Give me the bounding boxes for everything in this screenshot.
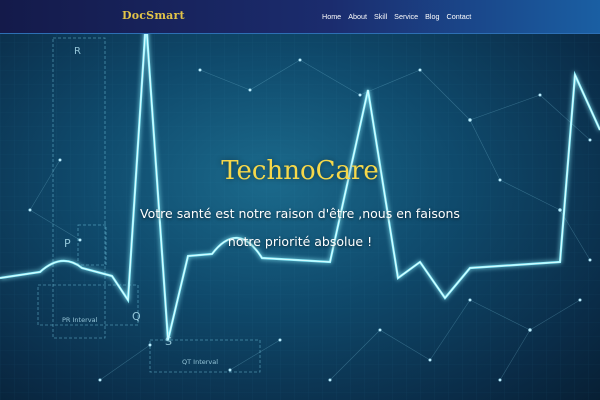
nav-link-home[interactable]: Home (322, 12, 341, 21)
nav-link-skill[interactable]: Skill (374, 12, 387, 21)
navbar: DocSmart Home About Skill Service Blog C… (0, 0, 600, 34)
nav-link-about[interactable]: About (348, 12, 367, 21)
hero-tagline-line1: Votre santé est notre raison d'être ,nou… (140, 206, 460, 221)
ecg-background-graphic: R P Q S PR Interval QT Interval (0, 0, 600, 400)
nav-link-contact[interactable]: Contact (447, 12, 472, 21)
ecg-label-q: Q (132, 310, 141, 323)
ecg-label-r: R (74, 46, 81, 57)
ecg-label-pr-interval: PR Interval (62, 316, 98, 324)
nav-links: Home About Skill Service Blog Contact (322, 12, 471, 21)
nav-link-blog[interactable]: Blog (425, 12, 439, 21)
nav-link-service[interactable]: Service (394, 12, 418, 21)
ecg-label-s: S (165, 335, 172, 348)
hero-tagline-line2: notre priorité absolue ! (227, 234, 373, 249)
brand-logo[interactable]: DocSmart (122, 9, 185, 22)
hero-section: R P Q S PR Interval QT Interval TechnoCa… (0, 0, 600, 400)
ecg-label-qt-interval: QT Interval (182, 358, 218, 366)
hero-title: TechnoCare (221, 156, 379, 186)
